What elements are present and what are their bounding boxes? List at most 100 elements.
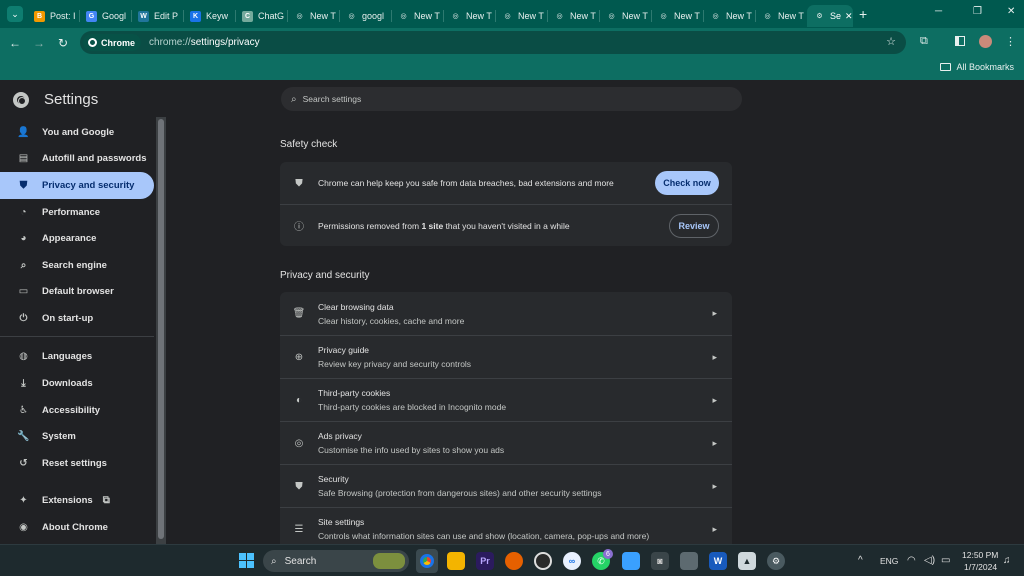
extensions-icon[interactable]: ⧉ <box>920 35 928 48</box>
sidebar-item-autofill-and-passwords[interactable]: ▤ Autofill and passwords <box>0 145 154 172</box>
gauge-icon: ◔ <box>20 207 27 218</box>
browser-tab[interactable]: ◎ New T <box>547 5 599 27</box>
sidebar-item-downloads[interactable]: ⤓ Downloads <box>0 370 154 397</box>
close-tab-icon[interactable]: ✕ <box>845 11 853 22</box>
tab-settings[interactable]: ⚙ Se ✕ <box>807 5 853 27</box>
globe-icon: ◍ <box>19 351 28 362</box>
safety-check-card: ⛊ Chrome can help keep you safe from dat… <box>280 162 732 246</box>
clock-date[interactable]: 1/7/2024 <box>964 562 997 572</box>
browser-tab[interactable]: ◎ New T <box>599 5 651 27</box>
browser-tab[interactable]: ◎ New T <box>495 5 547 27</box>
sliders-icon: ☰ <box>294 523 304 535</box>
chrome-taskbar-icon[interactable] <box>416 549 438 573</box>
tab-title: googl <box>362 11 385 21</box>
sidebar-item-reset-settings[interactable]: ↺ Reset settings <box>0 450 154 477</box>
sidebar-item-extensions[interactable]: ✦ Extensions ⧉ <box>0 487 154 514</box>
notepad-icon[interactable] <box>622 552 640 570</box>
settings-gear-icon[interactable]: ⚙ <box>767 552 785 570</box>
camera-icon[interactable]: ◙ <box>651 552 669 570</box>
clock-time[interactable]: 12:50 PM <box>962 550 998 560</box>
browser-tab[interactable]: K Keyw <box>183 5 235 27</box>
browser-tab[interactable]: W Edit P <box>131 5 183 27</box>
firefox-icon[interactable] <box>505 552 523 570</box>
row-subtitle: Controls what information sites can use … <box>318 531 650 541</box>
privacy-row-clear-browsing-data[interactable]: 🗑 Clear browsing data Clear history, cooki… <box>280 292 732 335</box>
side-panel-icon[interactable] <box>955 36 965 46</box>
safety-check-heading: Safety check <box>280 139 338 150</box>
search-icon: ⌕ <box>291 93 297 105</box>
review-button[interactable]: Review <box>669 213 719 238</box>
new-tab-button[interactable]: + <box>859 6 867 22</box>
clipboard-icon: ▤ <box>18 153 29 164</box>
open-in-new-icon: ⧉ <box>102 495 110 506</box>
obs-icon[interactable] <box>534 552 552 570</box>
close-window-button[interactable]: ✕ <box>1007 6 1015 17</box>
sidebar-item-performance[interactable]: ◔ Performance <box>0 199 154 226</box>
forward-button[interactable]: → <box>27 36 51 50</box>
all-bookmarks-button[interactable]: All Bookmarks <box>940 62 1014 72</box>
sidebar-item-default-browser[interactable]: ▭ Default browser <box>0 278 154 305</box>
volume-icon[interactable]: ◁) <box>924 555 935 566</box>
menu-icon[interactable]: ⋮ <box>1005 35 1016 48</box>
windows-start-icon[interactable] <box>239 553 254 568</box>
privacy-row-third-party-cookies[interactable]: ◐ Third-party cookies Third-party cookies … <box>280 378 732 421</box>
privacy-row-site-settings[interactable]: ☰ Site settings Controls what information … <box>280 507 732 544</box>
browser-tab[interactable]: ◎ New T <box>755 5 807 27</box>
address-bar[interactable]: Chrome chrome://settings/privacy ☆ <box>80 31 906 54</box>
battery-icon[interactable]: ▭ <box>941 555 950 566</box>
file-explorer-icon[interactable] <box>447 552 465 570</box>
browser-tab[interactable]: G Googl <box>79 5 131 27</box>
sidebar-scrollbar[interactable] <box>156 117 166 544</box>
sidebar-item-label: Downloads <box>42 378 93 389</box>
sidebar-item-privacy-and-security[interactable]: ⛊ Privacy and security <box>0 172 154 199</box>
sidebar-item-accessibility[interactable]: ♿ Accessibility <box>0 397 154 424</box>
taskbar-search[interactable]: ⌕ Search <box>263 550 409 572</box>
maximize-button[interactable]: ❐ <box>973 6 982 17</box>
permissions-text: Permissions removed from 1 site that you… <box>318 220 570 231</box>
photos-icon[interactable]: ▲ <box>738 552 756 570</box>
privacy-row-privacy-guide[interactable]: ⊕ Privacy guide Review key privacy and sec… <box>280 335 732 378</box>
browser-tab[interactable]: C ChatG <box>235 5 287 27</box>
privacy-row-security[interactable]: ⛊ Security Safe Browsing (protection from … <box>280 464 732 507</box>
site-info-chip[interactable]: Chrome <box>83 34 142 51</box>
browser-tab[interactable]: ◎ New T <box>391 5 443 27</box>
premiere-pro-icon[interactable]: Pr <box>476 552 494 570</box>
browser-tab[interactable]: B Post: I <box>27 5 79 27</box>
sidebar-item-system[interactable]: 🔧 System <box>0 423 154 450</box>
scrollbar-thumb[interactable] <box>158 119 164 539</box>
cookie-icon: ◐ <box>295 394 303 406</box>
word-icon[interactable]: W <box>709 552 727 570</box>
shield-icon: ⛊ <box>295 177 303 189</box>
reload-button[interactable]: ↻ <box>51 36 75 50</box>
browser-tab[interactable]: ◎ googl <box>339 5 391 27</box>
check-now-button[interactable]: Check now <box>655 171 719 195</box>
sidebar-item-on-start-up[interactable]: ⏻ On start-up <box>0 305 154 332</box>
browser-tab[interactable]: ◎ New T <box>287 5 339 27</box>
sidebar-item-you-and-google[interactable]: 👤 You and Google <box>0 119 154 146</box>
browser-tab[interactable]: ◎ New T <box>703 5 755 27</box>
calculator-icon[interactable] <box>680 552 698 570</box>
language-indicator[interactable]: ENG <box>880 556 898 566</box>
notification-bell-icon[interactable]: ♫ <box>1003 555 1011 566</box>
chat-app-icon[interactable]: ∞ <box>563 552 581 570</box>
minimize-button[interactable]: ─ <box>935 6 942 17</box>
bookmark-bar: All Bookmarks <box>0 57 1024 80</box>
back-button[interactable]: ← <box>3 36 27 50</box>
sidebar-item-languages[interactable]: ◍ Languages <box>0 343 154 370</box>
sidebar-item-search-engine[interactable]: ⌕ Search engine <box>0 252 154 279</box>
favicon-icon: ◎ <box>452 13 459 20</box>
chrome-icon: ◉ <box>19 522 28 533</box>
browser-tab[interactable]: ◎ New T <box>651 5 703 27</box>
sidebar-item-appearance[interactable]: ◕ Appearance <box>0 225 154 252</box>
bookmark-star-icon[interactable]: ☆ <box>886 35 896 48</box>
search-settings-input[interactable]: ⌕ Search settings <box>281 87 742 111</box>
privacy-row-ads-privacy[interactable]: ◎ Ads privacy Customise the info used by s… <box>280 421 732 464</box>
tab-search-button[interactable]: ⌄ <box>7 6 23 22</box>
sidebar-item-about-chrome[interactable]: ◉ About Chrome <box>0 514 154 541</box>
wifi-icon[interactable]: ◠ <box>907 555 916 566</box>
profile-avatar[interactable] <box>979 35 992 48</box>
folder-icon <box>940 63 952 71</box>
chevron-up-icon[interactable]: ^ <box>858 555 863 566</box>
browser-tab[interactable]: ◎ New T <box>443 5 495 27</box>
tab-strip: ⌄ B Post: I G Googl W Edit P K Keyw C ChatG ◎ New T… <box>0 0 1024 28</box>
